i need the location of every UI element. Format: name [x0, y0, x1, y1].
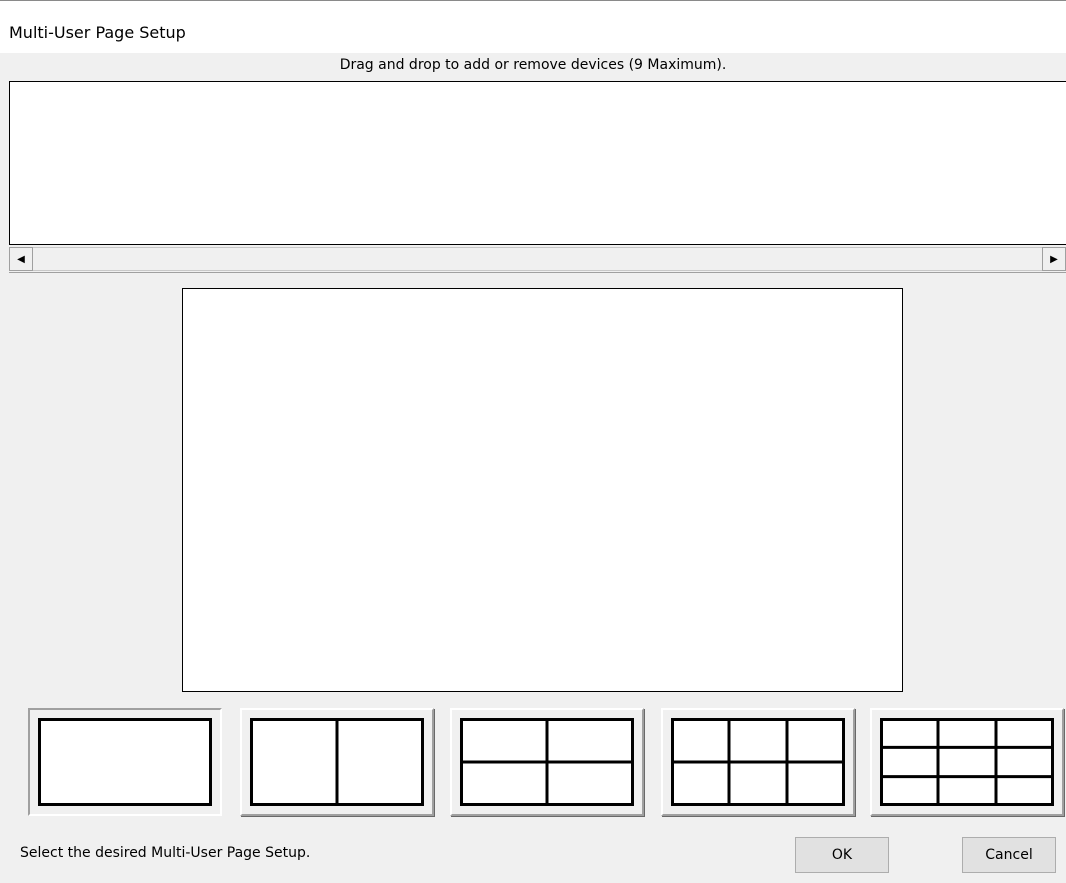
window-title: Multi-User Page Setup: [9, 23, 186, 42]
scroll-right-arrow-icon[interactable]: ▶: [1042, 247, 1066, 271]
grid-1x2-icon: [250, 718, 424, 806]
layout-option-2x2-button[interactable]: [450, 708, 644, 816]
status-label: Select the desired Multi-User Page Setup…: [20, 845, 311, 861]
scroll-left-arrow-icon[interactable]: ◀: [9, 247, 33, 271]
dialog-window: Multi-User Page Setup Drag and drop to a…: [0, 0, 1066, 883]
layout-option-2x3-button[interactable]: [661, 708, 855, 816]
grid-3x3-icon: [880, 718, 1054, 806]
grid-2x2-icon: [460, 718, 634, 806]
grid-frame: [38, 718, 212, 806]
cancel-button[interactable]: Cancel: [962, 837, 1056, 873]
layout-option-1x2-button[interactable]: [240, 708, 434, 816]
grid-frame: [880, 718, 1054, 806]
layout-option-3x3-button[interactable]: [870, 708, 1064, 816]
device-list[interactable]: [9, 81, 1066, 245]
grid-1x1-icon: [38, 718, 212, 806]
horizontal-scrollbar[interactable]: ◀ ▶: [9, 247, 1066, 273]
instruction-label: Drag and drop to add or remove devices (…: [339, 57, 727, 73]
grid-2x3-icon: [671, 718, 845, 806]
scrollbar-track[interactable]: [33, 247, 1042, 271]
layout-option-1x1-button[interactable]: [28, 708, 222, 816]
title-bar[interactable]: Multi-User Page Setup: [0, 1, 1066, 53]
ok-button[interactable]: OK: [795, 837, 889, 873]
page-layout-preview[interactable]: [182, 288, 903, 692]
